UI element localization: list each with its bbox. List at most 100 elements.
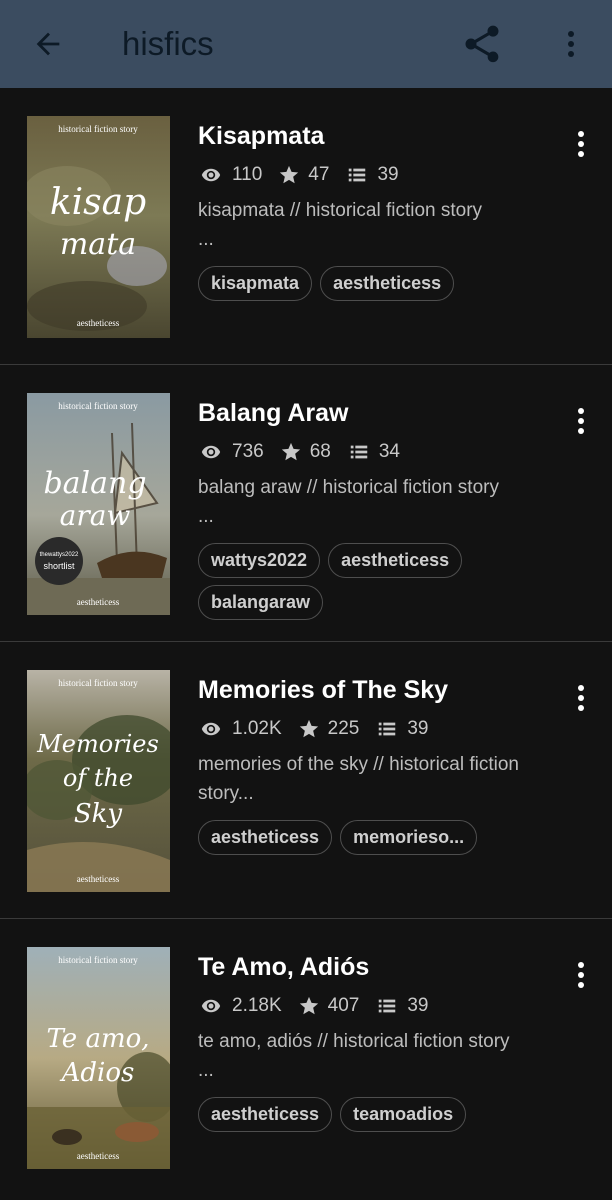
star-icon	[299, 996, 318, 1015]
story-item[interactable]: historical fiction story Te amo, Adios a…	[0, 919, 612, 1196]
cover-author: aestheticess	[77, 318, 120, 328]
story-description: te amo, adiós // historical fiction stor…	[198, 1027, 578, 1085]
story-description-line2: story...	[198, 783, 254, 804]
tag-chip[interactable]: memorieso...	[340, 820, 478, 855]
parts-stat: 39	[375, 718, 429, 740]
story-more-button[interactable]	[566, 403, 596, 439]
story-description-line1: memories of the sky // historical fictio…	[198, 754, 519, 775]
parts-stat: 39	[345, 164, 399, 186]
votes-count: 407	[327, 995, 360, 1016]
cover-title-line1: Memories	[36, 730, 159, 758]
app-bar: hisfics	[0, 0, 612, 88]
tag-chip[interactable]: kisapmata	[198, 266, 313, 301]
story-more-button[interactable]	[566, 126, 596, 162]
list-icon	[349, 168, 366, 182]
tag-chip[interactable]: teamoadios	[340, 1097, 467, 1132]
story-description-line1: te amo, adiós // historical fiction stor…	[198, 1031, 510, 1052]
story-stats: 736 68 34	[198, 439, 416, 465]
story-tags: wattys2022 aestheticess balangaraw	[198, 543, 588, 627]
story-title[interactable]: Balang Araw	[198, 399, 349, 428]
list-icon	[379, 722, 396, 736]
eye-icon	[201, 722, 221, 736]
story-description-line1: kisapmata // historical fiction story	[198, 200, 483, 221]
cover-top-text: historical fiction story	[58, 124, 138, 134]
votes-stat: 47	[278, 164, 329, 186]
story-title[interactable]: Te Amo, Adiós	[198, 953, 369, 982]
share-button[interactable]	[458, 22, 506, 66]
cover-title-line1: Te amo,	[46, 1024, 149, 1054]
more-vert-icon	[578, 962, 584, 988]
cover-author: aestheticess	[77, 874, 120, 884]
parts-stat: 39	[375, 995, 429, 1017]
votes-count: 68	[309, 441, 331, 462]
cover-author: aestheticess	[77, 597, 120, 607]
parts-stat: 34	[347, 441, 400, 463]
story-more-button[interactable]	[566, 680, 596, 716]
story-cover[interactable]: historical fiction story Memories of the…	[27, 670, 170, 892]
more-vert-icon	[578, 408, 584, 434]
eye-icon	[201, 999, 221, 1013]
story-title[interactable]: Kisapmata	[198, 122, 324, 151]
story-description-line2: ...	[198, 1060, 214, 1081]
tag-chip[interactable]: aestheticess	[328, 543, 463, 578]
cover-top-text: historical fiction story	[58, 955, 138, 965]
story-cover[interactable]: historical fiction story balang araw the…	[27, 393, 170, 615]
story-cover[interactable]: historical fiction story Te amo, Adios a…	[27, 947, 170, 1169]
reads-count: 2.18K	[232, 995, 282, 1016]
reads-count: 1.02K	[232, 718, 282, 739]
tag-chip[interactable]: aestheticess	[198, 820, 333, 855]
badge-top-text: thewattys2022	[40, 552, 79, 558]
story-stats: 110 47 39	[198, 162, 415, 188]
story-description-line2: ...	[198, 506, 214, 527]
list-icon	[350, 445, 368, 459]
parts-count: 39	[377, 164, 399, 185]
share-icon	[465, 25, 499, 63]
star-icon	[299, 719, 318, 738]
story-description: memories of the sky // historical fictio…	[198, 750, 578, 808]
story-item[interactable]: historical fiction story kisap mata aest…	[0, 88, 612, 365]
story-stats: 2.18K 407 39	[198, 993, 445, 1019]
story-tags: aestheticess memorieso...	[198, 820, 588, 862]
story-stats: 1.02K 225 39	[198, 716, 445, 742]
back-arrow-icon	[36, 32, 60, 56]
votes-stat: 68	[280, 441, 331, 463]
tag-chip[interactable]: wattys2022	[198, 543, 321, 578]
votes-stat: 225	[298, 718, 359, 740]
story-tags: kisapmata aestheticess	[198, 266, 588, 308]
story-title[interactable]: Memories of The Sky	[198, 676, 448, 705]
star-icon	[281, 442, 300, 461]
tag-chip[interactable]: aestheticess	[198, 1097, 333, 1132]
parts-count: 39	[407, 995, 429, 1016]
cover-top-text: historical fiction story	[58, 401, 138, 411]
story-more-button[interactable]	[566, 957, 596, 993]
back-button[interactable]	[28, 24, 68, 64]
story-list: historical fiction story kisap mata aest…	[0, 88, 612, 1196]
reads-stat: 110	[198, 164, 262, 186]
more-vert-icon	[568, 31, 574, 57]
story-description: kisapmata // historical fiction story ..…	[198, 196, 578, 254]
story-tags: aestheticess teamoadios	[198, 1097, 588, 1139]
reads-stat: 1.02K	[198, 718, 282, 740]
more-vert-icon	[578, 131, 584, 157]
tag-chip[interactable]: aestheticess	[320, 266, 455, 301]
list-icon	[379, 999, 396, 1013]
cover-title-line2: araw	[60, 499, 131, 532]
reads-stat: 736	[198, 441, 264, 463]
page-title: hisfics	[122, 25, 214, 62]
story-item[interactable]: historical fiction story Memories of the…	[0, 642, 612, 919]
eye-icon	[201, 445, 221, 459]
parts-count: 39	[407, 718, 429, 739]
overflow-menu-button[interactable]	[556, 24, 586, 64]
story-description: balang araw // historical fiction story …	[198, 473, 578, 531]
story-description-line1: balang araw // historical fiction story	[198, 477, 499, 498]
reads-stat: 2.18K	[198, 995, 282, 1017]
story-cover[interactable]: historical fiction story kisap mata aest…	[27, 116, 170, 338]
story-description-line2: ...	[198, 229, 214, 250]
tag-chip[interactable]: balangaraw	[198, 585, 324, 620]
votes-count: 47	[308, 164, 330, 185]
story-item[interactable]: historical fiction story balang araw the…	[0, 365, 612, 642]
reads-count: 736	[232, 441, 264, 462]
parts-count: 34	[378, 441, 400, 462]
cover-author: aestheticess	[77, 1151, 120, 1161]
cover-title-line1: balang	[43, 466, 146, 501]
